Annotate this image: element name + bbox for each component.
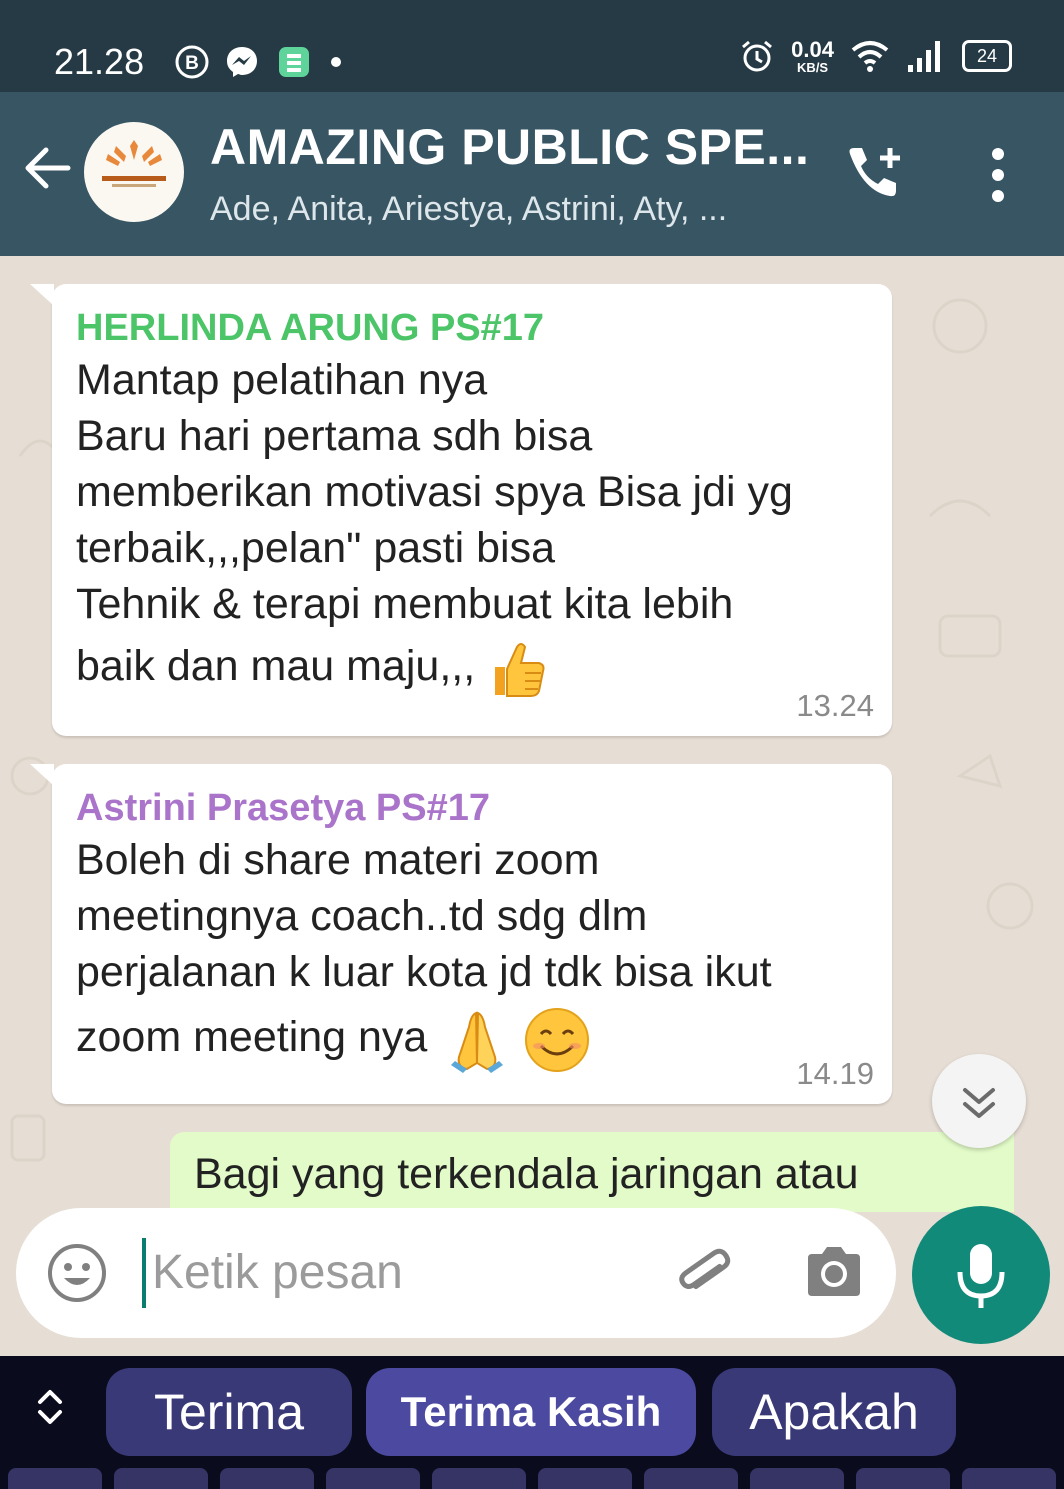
- incoming-message[interactable]: Astrini Prasetya PS#17 Boleh di share ma…: [30, 764, 892, 1104]
- net-speed-value: 0.04: [791, 36, 834, 62]
- dot-icon: [331, 57, 341, 67]
- chat-participants[interactable]: Ade, Anita, Ariestya, Astrini, Aty, ...: [210, 190, 727, 229]
- keyboard-key[interactable]: [856, 1468, 950, 1489]
- thumbs-up-emoji: [495, 642, 545, 697]
- keyboard-key[interactable]: [326, 1468, 420, 1489]
- group-logo-icon: [102, 140, 166, 187]
- message-line: baik dan mau maju,,,: [76, 642, 476, 690]
- message-text: Mantap pelatihan nya Baru hari pertama s…: [76, 352, 868, 700]
- keyboard-key[interactable]: [538, 1468, 632, 1489]
- emoji-icon[interactable]: [46, 1242, 108, 1304]
- message-line: memberikan motivasi spya Bisa jdi yg: [76, 468, 793, 516]
- scroll-to-bottom-button[interactable]: [932, 1054, 1026, 1148]
- message-line: Mantap pelatihan nya: [76, 356, 488, 404]
- message-line: zoom meeting nya: [76, 1013, 428, 1061]
- double-chevron-down-icon: [963, 1088, 995, 1118]
- net-speed: 0.04 KB/S: [791, 36, 834, 75]
- message-line: perjalanan k luar kota jd tdk bisa ikut: [76, 948, 772, 996]
- folded-hands-emoji: [451, 1011, 504, 1073]
- wifi-icon: [851, 41, 889, 72]
- keyboard-key[interactable]: [962, 1468, 1056, 1489]
- status-time: 21.28: [54, 41, 145, 82]
- more-vert-icon[interactable]: [984, 144, 1012, 206]
- signal-icon: [908, 41, 940, 72]
- message-sender[interactable]: Astrini Prasetya PS#17: [76, 784, 868, 832]
- status-right-group: 0.04 KB/S 24: [739, 38, 1012, 74]
- message-line: Boleh di share materi zoom: [76, 836, 600, 884]
- keyboard-key[interactable]: [114, 1468, 208, 1489]
- incoming-message[interactable]: HERLINDA ARUNG PS#17 Mantap pelatihan ny…: [30, 284, 892, 736]
- message-text: Boleh di share materi zoom meetingnya co…: [76, 832, 868, 1074]
- status-bar: 21.28 B 0.04 KB/S 24: [0, 0, 1064, 92]
- messenger-icon: [227, 47, 257, 77]
- app-icon: [279, 47, 309, 77]
- message-line: Tehnik & terapi membuat kita lebih: [76, 580, 734, 628]
- keyboard-key[interactable]: [432, 1468, 526, 1489]
- net-speed-unit: KB/S: [797, 59, 829, 75]
- suggestion-terima[interactable]: Terima: [106, 1368, 352, 1456]
- mic-button[interactable]: [912, 1206, 1050, 1344]
- keyboard-key[interactable]: [644, 1468, 738, 1489]
- suggestion-terima-kasih[interactable]: Terima Kasih: [366, 1368, 696, 1456]
- message-composer: [16, 1208, 896, 1338]
- message-sender[interactable]: HERLINDA ARUNG PS#17: [76, 304, 868, 352]
- message-time: 14.19: [796, 1056, 874, 1091]
- attach-icon[interactable]: [672, 1242, 738, 1308]
- outgoing-message[interactable]: Bagi yang terkendala jaringan atau: [170, 1132, 1014, 1212]
- suggestion-apakah[interactable]: Apakah: [712, 1368, 956, 1456]
- message-line: meetingnya coach..td sdg dlm: [76, 892, 648, 940]
- message-time: 13.24: [796, 688, 874, 723]
- chat-header: AMAZING PUBLIC SPE... Ade, Anita, Ariest…: [0, 92, 1064, 256]
- mic-icon: [957, 1244, 1005, 1308]
- keyboard: Terima Terima Kasih Apakah: [0, 1356, 1064, 1489]
- b-icon: B: [175, 45, 209, 79]
- message-line: Baru hari pertama sdh bisa: [76, 412, 593, 460]
- camera-icon[interactable]: [802, 1242, 866, 1302]
- text-cursor: [142, 1238, 146, 1308]
- message-input[interactable]: [152, 1232, 672, 1312]
- add-call-icon[interactable]: [842, 144, 908, 206]
- expand-collapse-icon[interactable]: [26, 1382, 74, 1432]
- keyboard-key[interactable]: [8, 1468, 102, 1489]
- outgoing-message-text: Bagi yang terkendala jaringan atau: [194, 1150, 859, 1198]
- smiling-face-emoji: [525, 1007, 590, 1072]
- back-arrow-icon[interactable]: [20, 140, 76, 196]
- alarm-icon: [742, 40, 773, 72]
- chat-title[interactable]: AMAZING PUBLIC SPE...: [210, 118, 809, 176]
- group-avatar[interactable]: [84, 122, 184, 222]
- message-line: terbaik,,,pelan" pasti bisa: [76, 524, 555, 572]
- chat-area[interactable]: HERLINDA ARUNG PS#17 Mantap pelatihan ny…: [0, 256, 1064, 1356]
- keyboard-key[interactable]: [220, 1468, 314, 1489]
- keyboard-key-row: [0, 1468, 1064, 1489]
- keyboard-key[interactable]: [750, 1468, 844, 1489]
- battery-icon: 24: [962, 40, 1012, 72]
- svg-text:B: B: [185, 53, 199, 74]
